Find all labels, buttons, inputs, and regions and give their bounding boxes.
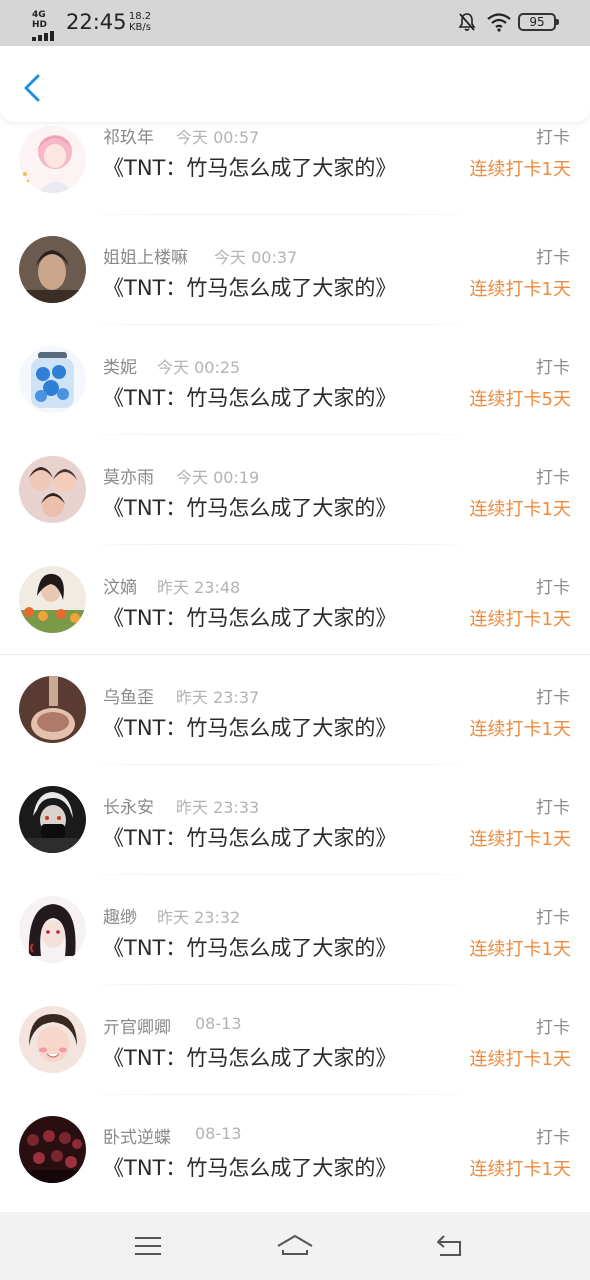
list-item[interactable]: 乌鱼歪 昨天 23:37 《TNT：竹马怎么成了大家的》 打卡 连续打卡1天 (0, 662, 590, 772)
streak-label: 连续打卡1天 (469, 499, 571, 520)
signal-icon: 4G HD (32, 10, 62, 41)
checkin-label: 打卡 (536, 1018, 570, 1038)
status-bar: 4G HD 22:45 18.2 KB/s 95 (0, 0, 590, 46)
divider (80, 214, 480, 215)
checkin-time: 08-13 (195, 1124, 242, 1143)
list-item[interactable]: 类妮 今天 00:25 《TNT：竹马怎么成了大家的》 打卡 连续打卡5天 (0, 332, 590, 442)
streak-label: 连续打卡1天 (469, 829, 571, 850)
list-item[interactable]: 趣缈 昨天 23:32 《TNT：竹马怎么成了大家的》 打卡 连续打卡1天 (0, 882, 590, 992)
avatar[interactable] (19, 346, 86, 413)
chevron-left-icon[interactable] (16, 70, 48, 106)
checkin-label: 打卡 (536, 248, 570, 268)
list-item[interactable]: 长永安 昨天 23:33 《TNT：竹马怎么成了大家的》 打卡 连续打卡1天 (0, 772, 590, 882)
username[interactable]: 长永安 (103, 793, 154, 818)
book-title[interactable]: 《TNT：竹马怎么成了大家的》 (103, 382, 396, 412)
avatar[interactable] (19, 1006, 86, 1073)
checkin-label: 打卡 (536, 578, 570, 598)
checkin-time: 今天 00:37 (214, 248, 298, 267)
divider (80, 324, 480, 325)
divider (80, 874, 480, 875)
divider (80, 434, 480, 435)
divider (0, 654, 590, 655)
list-item[interactable]: 莫亦雨 今天 00:19 《TNT：竹马怎么成了大家的》 打卡 连续打卡1天 (0, 442, 590, 552)
avatar[interactable] (19, 896, 86, 963)
username[interactable]: 亓官卿卿 (103, 1013, 171, 1038)
book-title[interactable]: 《TNT：竹马怎么成了大家的》 (103, 932, 396, 962)
checkin-label: 打卡 (536, 1128, 570, 1148)
clock: 22:45 (66, 10, 127, 34)
back-arrow-icon[interactable] (430, 1230, 470, 1262)
checkin-time: 今天 00:57 (176, 128, 260, 147)
checkin-label: 打卡 (536, 908, 570, 928)
menu-icon[interactable] (128, 1230, 168, 1262)
streak-label: 连续打卡1天 (469, 279, 571, 300)
list-item[interactable]: 卧式逆蝶 08-13 《TNT：竹马怎么成了大家的》 打卡 连续打卡1天 (0, 1102, 590, 1212)
checkin-label: 打卡 (536, 688, 570, 708)
checkin-list: 祁玖年 今天 00:57 《TNT：竹马怎么成了大家的》 打卡 连续打卡1天 姐… (0, 122, 590, 1212)
avatar[interactable] (19, 456, 86, 523)
checkin-label: 打卡 (536, 128, 570, 148)
streak-label: 连续打卡1天 (469, 939, 571, 960)
speed-value: 18.2 (128, 11, 152, 22)
list-item[interactable]: 汶嫡 昨天 23:48 《TNT：竹马怎么成了大家的》 打卡 连续打卡1天 (0, 552, 590, 662)
book-title[interactable]: 《TNT：竹马怎么成了大家的》 (103, 492, 396, 522)
avatar[interactable] (19, 236, 86, 303)
home-icon[interactable] (275, 1230, 315, 1262)
book-title[interactable]: 《TNT：竹马怎么成了大家的》 (103, 602, 396, 632)
checkin-label: 打卡 (536, 798, 570, 818)
divider (80, 544, 480, 545)
mute-bell-icon (458, 13, 476, 31)
username[interactable]: 乌鱼歪 (103, 683, 154, 708)
streak-label: 连续打卡1天 (469, 609, 571, 630)
divider (80, 764, 480, 765)
avatar[interactable] (19, 566, 86, 633)
battery-icon: 95 (518, 13, 559, 31)
checkin-time: 昨天 23:37 (176, 688, 260, 707)
username[interactable]: 卧式逆蝶 (103, 1123, 171, 1148)
streak-label: 连续打卡1天 (469, 1049, 571, 1070)
checkin-time: 昨天 23:32 (157, 908, 241, 927)
username[interactable]: 汶嫡 (103, 573, 137, 598)
avatar[interactable] (19, 676, 86, 743)
checkin-time: 今天 00:25 (157, 358, 241, 377)
speed-unit: KB/s (129, 22, 151, 33)
wifi-icon (487, 13, 511, 32)
streak-label: 连续打卡1天 (469, 159, 571, 180)
divider (80, 1094, 480, 1095)
book-title[interactable]: 《TNT：竹马怎么成了大家的》 (103, 272, 396, 302)
streak-label: 连续打卡1天 (469, 719, 571, 740)
app-header (0, 46, 590, 122)
streak-label: 连续打卡1天 (469, 1159, 571, 1180)
avatar[interactable] (19, 786, 86, 853)
checkin-time: 08-13 (195, 1014, 242, 1033)
username[interactable]: 祁玖年 (103, 123, 154, 148)
username[interactable]: 莫亦雨 (103, 463, 154, 488)
divider (80, 984, 480, 985)
list-item[interactable]: 亓官卿卿 08-13 《TNT：竹马怎么成了大家的》 打卡 连续打卡1天 (0, 992, 590, 1102)
book-title[interactable]: 《TNT：竹马怎么成了大家的》 (103, 1152, 396, 1182)
checkin-label: 打卡 (536, 468, 570, 488)
book-title[interactable]: 《TNT：竹马怎么成了大家的》 (103, 822, 396, 852)
checkin-time: 昨天 23:33 (176, 798, 260, 817)
list-item[interactable]: 姐姐上楼嘛 今天 00:37 《TNT：竹马怎么成了大家的》 打卡 连续打卡1天 (0, 222, 590, 332)
username[interactable]: 趣缈 (103, 903, 137, 928)
book-title[interactable]: 《TNT：竹马怎么成了大家的》 (103, 152, 396, 182)
checkin-time: 今天 00:19 (176, 468, 260, 487)
avatar[interactable] (19, 1116, 86, 1183)
checkin-label: 打卡 (536, 358, 570, 378)
book-title[interactable]: 《TNT：竹马怎么成了大家的》 (103, 712, 396, 742)
checkin-time: 昨天 23:48 (157, 578, 241, 597)
avatar[interactable] (19, 126, 86, 193)
username[interactable]: 姐姐上楼嘛 (103, 243, 188, 268)
book-title[interactable]: 《TNT：竹马怎么成了大家的》 (103, 1042, 396, 1072)
list-item[interactable]: 祁玖年 今天 00:57 《TNT：竹马怎么成了大家的》 打卡 连续打卡1天 (0, 122, 590, 222)
system-nav-bar (0, 1212, 590, 1280)
username[interactable]: 类妮 (103, 353, 137, 378)
streak-label: 连续打卡5天 (469, 389, 571, 410)
network-speed: 18.2 KB/s (127, 11, 153, 33)
